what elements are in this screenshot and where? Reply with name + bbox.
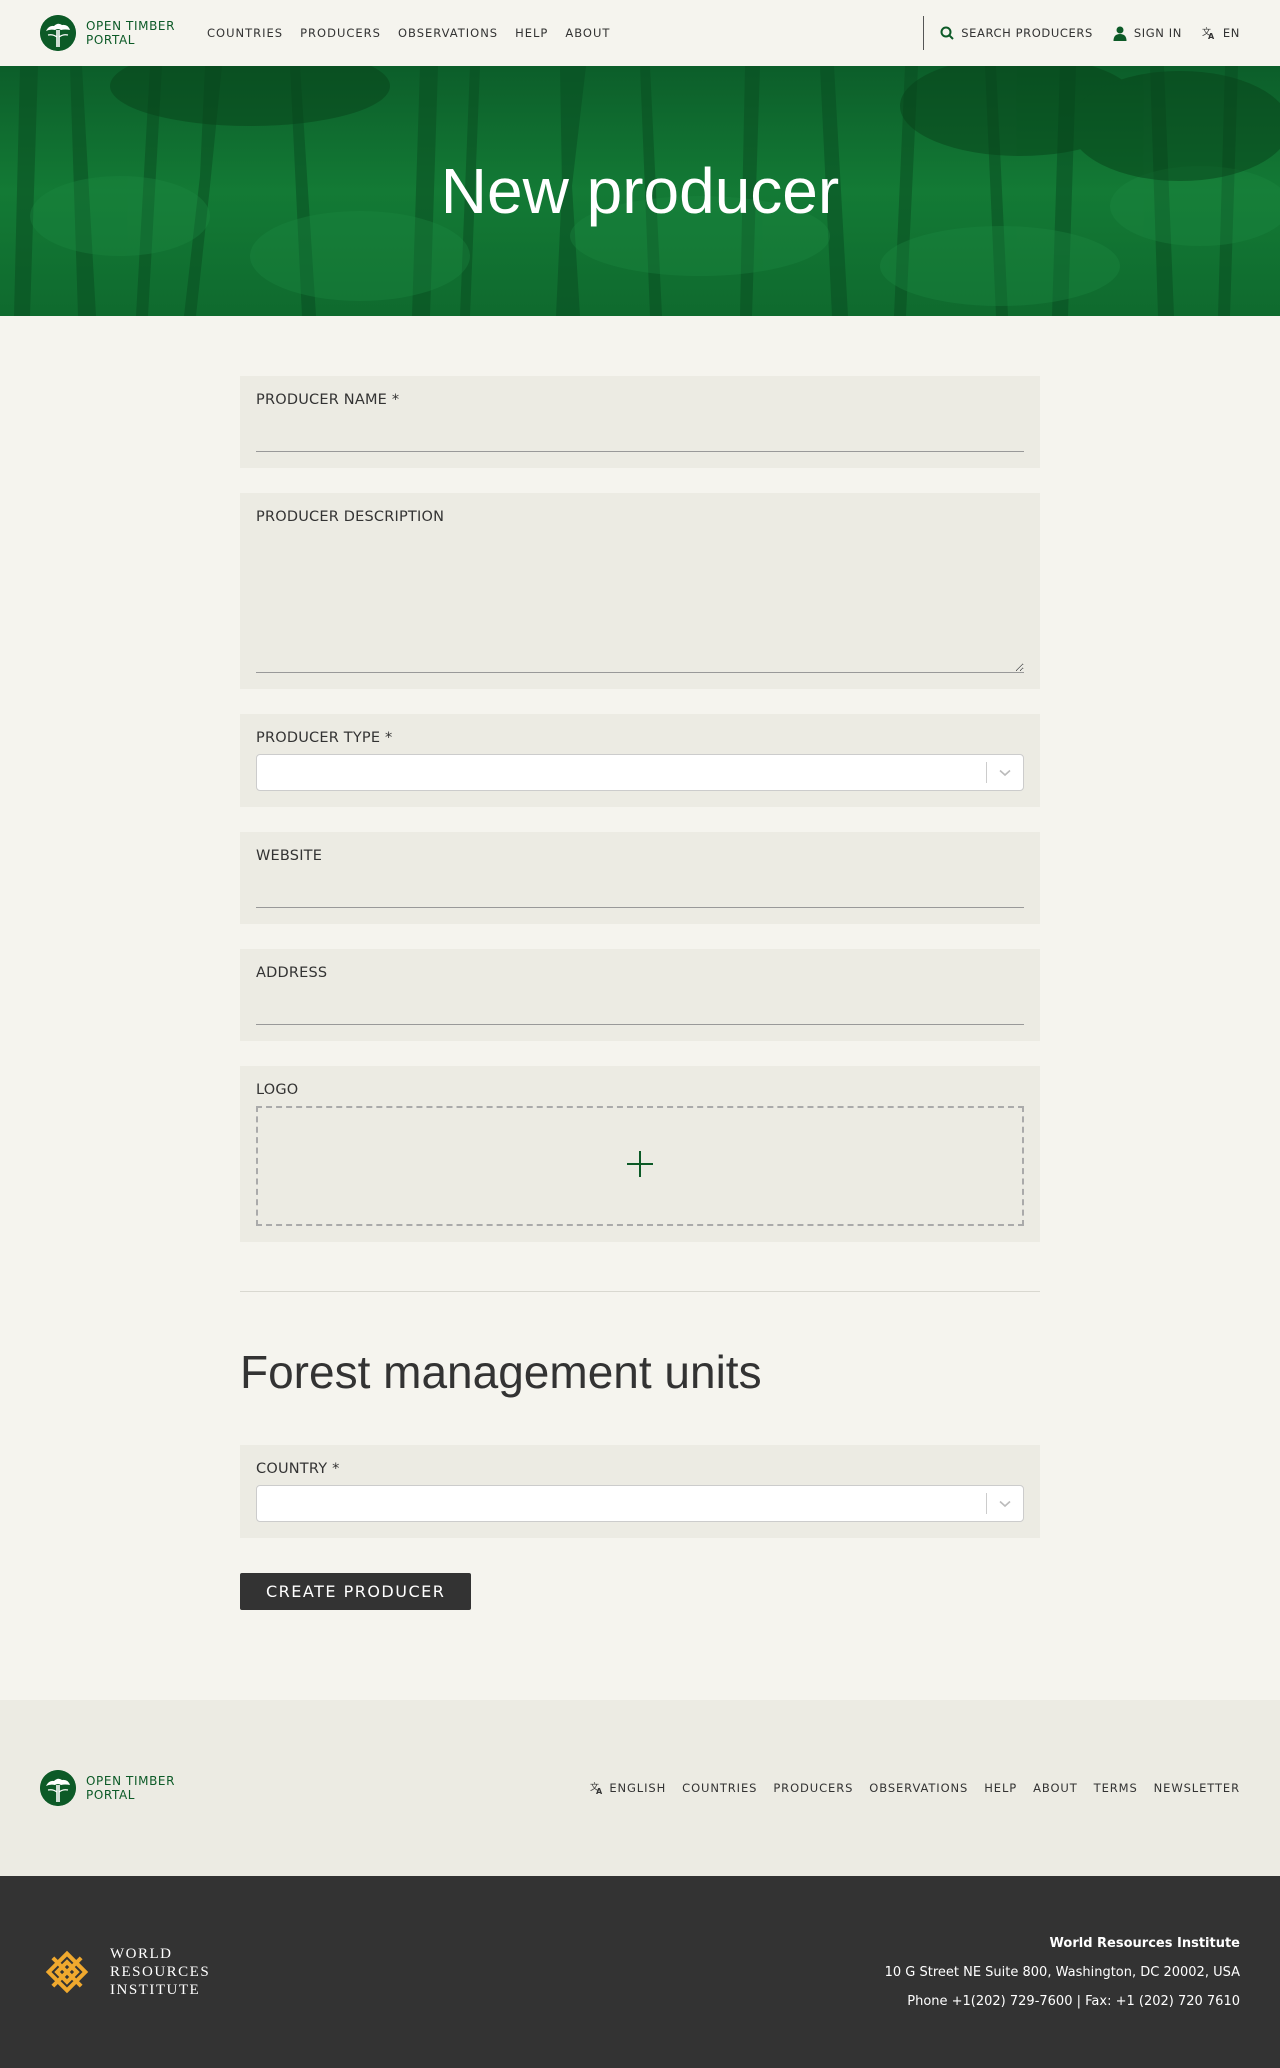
country-field: COUNTRY *: [240, 1445, 1040, 1538]
search-icon: [940, 26, 954, 40]
website-label: WEBSITE: [256, 848, 323, 864]
nav-producers[interactable]: PRODUCERS: [300, 26, 381, 40]
page-title: New producer: [440, 155, 840, 227]
footer-nav-newsletter[interactable]: NEWSLETTER: [1154, 1781, 1240, 1795]
chevron-down-icon[interactable]: [987, 769, 1023, 777]
footer-nav-countries[interactable]: COUNTRIES: [682, 1781, 757, 1795]
user-icon: [1113, 26, 1127, 41]
footer-language-label: ENGLISH: [609, 1781, 667, 1795]
address-field: ADDRESS: [240, 949, 1040, 1041]
producer-type-label: PRODUCER TYPE *: [256, 730, 393, 746]
website-field: WEBSITE: [240, 832, 1040, 924]
sign-in-button[interactable]: SIGN IN: [1113, 26, 1182, 41]
otp-logo-text: OPEN TIMBER PORTAL: [86, 19, 175, 47]
org-address: 10 G Street NE Suite 800, Washington, DC…: [884, 1964, 1240, 1980]
logo-line-1: OPEN TIMBER: [86, 19, 176, 33]
producer-name-field: PRODUCER NAME *: [240, 376, 1040, 468]
plus-icon: [626, 1150, 654, 1183]
address-input[interactable]: [256, 989, 1024, 1025]
footer-logo-line-1: OPEN TIMBER: [86, 1774, 176, 1788]
new-producer-form: PRODUCER NAME * PRODUCER DESCRIPTION PRO…: [240, 376, 1040, 1610]
logo-line-2: PORTAL: [86, 33, 136, 47]
producer-name-input[interactable]: [256, 416, 1024, 452]
logo-upload-dropzone[interactable]: [256, 1106, 1024, 1226]
footer-nav-help[interactable]: HELP: [984, 1781, 1017, 1795]
wri-line-2: RESOURCES: [110, 1964, 211, 1980]
wri-line-1: WORLD: [110, 1946, 173, 1962]
nav-countries[interactable]: COUNTRIES: [207, 26, 283, 40]
chevron-down-icon[interactable]: [987, 1500, 1023, 1508]
translate-icon: 文A: [590, 1781, 604, 1795]
otp-logo-icon: [40, 1770, 76, 1806]
svg-text:A: A: [596, 1787, 603, 1795]
main-nav: COUNTRIES PRODUCERS OBSERVATIONS HELP AB…: [207, 26, 627, 40]
header-divider: [923, 16, 925, 50]
footer-nav: 文A ENGLISH COUNTRIES PRODUCERS OBSERVATI…: [590, 1781, 1240, 1795]
translate-icon: 文A: [1202, 26, 1216, 40]
search-producers-label: SEARCH PRODUCERS: [961, 26, 1093, 40]
website-input[interactable]: [256, 872, 1024, 908]
site-header: OPEN TIMBER PORTAL COUNTRIES PRODUCERS O…: [0, 0, 1280, 66]
footer-nav-bar: OPEN TIMBER PORTAL 文A ENGLISH COUNTRIES …: [0, 1700, 1280, 1876]
footer-nav-observations[interactable]: OBSERVATIONS: [869, 1781, 968, 1795]
wri-line-3: INSTITUTE: [110, 1982, 201, 1998]
nav-about[interactable]: ABOUT: [565, 26, 610, 40]
nav-observations[interactable]: OBSERVATIONS: [398, 26, 498, 40]
svg-text:A: A: [1208, 32, 1215, 40]
footer-credits: WORLD RESOURCES INSTITUTE World Resource…: [0, 1876, 1280, 2068]
logo-label: LOGO: [256, 1082, 299, 1098]
fmu-section-title: Forest management units: [240, 1346, 762, 1398]
footer-nav-about[interactable]: ABOUT: [1033, 1781, 1078, 1795]
wri-logo-icon: [40, 1945, 94, 1999]
country-select[interactable]: [256, 1485, 1024, 1522]
footer-otp-logo[interactable]: OPEN TIMBER PORTAL: [40, 1770, 175, 1806]
language-label: EN: [1222, 26, 1240, 40]
footer-logo-line-2: PORTAL: [86, 1788, 136, 1802]
language-selector[interactable]: 文A EN: [1202, 26, 1240, 40]
org-phone-fax: Phone +1(202) 729-7600 | Fax: +1 (202) 7…: [907, 1993, 1240, 2009]
footer-nav-terms[interactable]: TERMS: [1094, 1781, 1138, 1795]
address-label: ADDRESS: [256, 965, 328, 981]
producer-name-label: PRODUCER NAME *: [256, 392, 400, 408]
footer-nav-producers[interactable]: PRODUCERS: [773, 1781, 853, 1795]
org-name: World Resources Institute: [1049, 1935, 1240, 1951]
logo-field: LOGO: [240, 1066, 1040, 1242]
search-producers-button[interactable]: SEARCH PRODUCERS: [940, 26, 1093, 40]
wri-logo-text: WORLD RESOURCES INSTITUTE: [110, 1945, 210, 1999]
hero-banner: New producer: [0, 66, 1280, 316]
producer-type-select[interactable]: [256, 754, 1024, 791]
footer-language-selector[interactable]: 文A ENGLISH: [590, 1781, 666, 1795]
sign-in-label: SIGN IN: [1133, 26, 1182, 40]
producer-description-field: PRODUCER DESCRIPTION: [240, 493, 1040, 689]
section-divider: [240, 1291, 1040, 1292]
contact-info: World Resources Institute 10 G Street NE…: [885, 1929, 1240, 2016]
nav-help[interactable]: HELP: [515, 26, 548, 40]
producer-description-textarea[interactable]: [256, 535, 1024, 673]
country-label: COUNTRY *: [256, 1461, 340, 1477]
footer-logo-text: OPEN TIMBER PORTAL: [86, 1774, 175, 1802]
otp-logo-icon: [40, 15, 76, 51]
header-actions: SEARCH PRODUCERS SIGN IN 文A EN: [923, 0, 1240, 66]
wri-logo[interactable]: WORLD RESOURCES INSTITUTE: [40, 1945, 210, 1999]
producer-description-label: PRODUCER DESCRIPTION: [256, 509, 445, 525]
producer-type-field: PRODUCER TYPE *: [240, 714, 1040, 807]
create-producer-button[interactable]: CREATE PRODUCER: [240, 1573, 472, 1610]
otp-logo[interactable]: OPEN TIMBER PORTAL: [40, 15, 175, 51]
